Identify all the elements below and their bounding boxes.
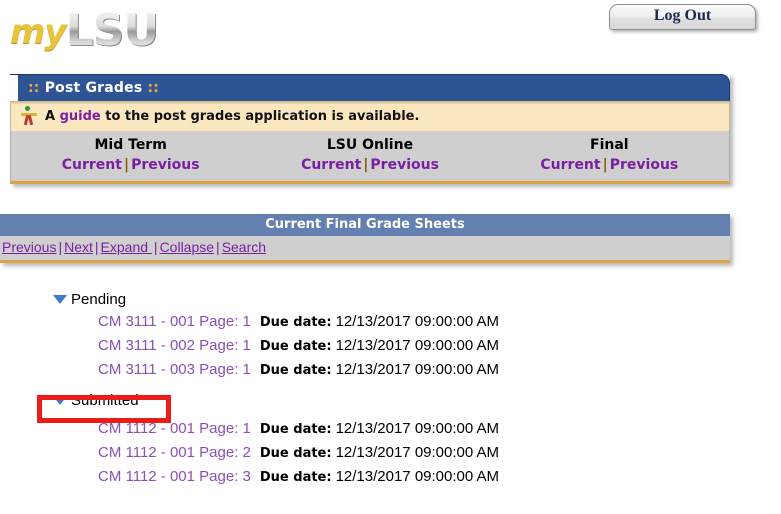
due-date-label: Due date: <box>259 422 332 437</box>
toolbar-expand-link[interactable]: Expand <box>101 239 152 255</box>
due-date-label: Due date: <box>259 446 332 461</box>
lsu-online-previous-link[interactable]: Previous <box>370 157 439 173</box>
guide-person-icon <box>21 106 37 126</box>
mid-term-previous-link[interactable]: Previous <box>131 157 200 173</box>
tree-row[interactable]: CM 1112 - 001 Page: 2 Due date: 12/13/2017… <box>0 441 781 465</box>
final-current-link[interactable]: Current <box>540 157 600 173</box>
toolbar-separator-2: | <box>94 239 99 255</box>
final-separator: | <box>602 157 608 173</box>
due-date-value: 12/13/2017 09:00:00 AM <box>335 337 500 354</box>
tree-group-label-submitted: Submitted <box>71 391 139 409</box>
term-column-lsu-online: LSU Online Current | Previous <box>250 137 489 173</box>
term-column-mid-term: Mid Term Current | Previous <box>11 137 250 173</box>
due-date-label: Due date: <box>259 339 332 354</box>
term-label-lsu-online: LSU Online <box>326 137 414 153</box>
mid-term-separator: | <box>123 157 130 173</box>
toolbar-separator-4: | <box>216 239 220 255</box>
grade-sheet-tree: Pending CM 3111 - 001 Page: 1 Due date: 12… <box>0 288 781 489</box>
sheet-link[interactable]: CM 3111 - 003 Page: 1 <box>98 361 251 378</box>
term-label-final: Final <box>590 137 629 153</box>
due-date-label: Due date: <box>259 315 332 330</box>
toolbar-collapse-link[interactable]: Collapse <box>160 239 214 255</box>
due-date-value: 12/13/2017 09:00:00 AM <box>335 444 500 461</box>
tree-group-pending[interactable]: Pending <box>0 288 781 310</box>
grade-sheets-panel: Current Final Grade Sheets Previous | Next… <box>0 214 730 263</box>
term-label-mid-term: Mid Term <box>94 137 167 153</box>
post-grades-title-bar: :: Post Grades :: <box>10 74 730 101</box>
toolbar-next-link[interactable]: Next <box>64 239 93 255</box>
tree-row[interactable]: CM 3111 - 002 Page: 1 Due date: 12/13/2017… <box>0 334 781 358</box>
due-date-value: 12/13/2017 09:00:00 AM <box>335 361 500 378</box>
guide-notice-suffix: to the post grades application is availa… <box>100 108 420 124</box>
tree-row[interactable]: CM 1112 - 001 Page: 3 Due date: 12/13/2017… <box>0 465 781 489</box>
guide-notice-prefix: A <box>45 108 60 124</box>
tree-group-submitted[interactable]: Submitted <box>0 389 781 411</box>
tree-row[interactable]: CM 1112 - 001 Page: 1 Due date: 12/13/2017… <box>0 417 781 441</box>
due-date-label: Due date: <box>259 363 332 378</box>
toolbar-previous-link[interactable]: Previous <box>2 239 56 255</box>
guide-notice-text: A guide to the post grades application i… <box>45 109 419 124</box>
title-decoration-right-icon: :: <box>147 80 160 96</box>
due-date-value: 12/13/2017 09:00:00 AM <box>335 468 500 485</box>
due-date-value: 12/13/2017 09:00:00 AM <box>335 313 500 330</box>
grade-sheets-title: Current Final Grade Sheets <box>0 214 730 236</box>
grade-sheets-toolbar: Previous | Next | Expand | Collapse | Search <box>0 236 730 263</box>
tree-row[interactable]: CM 3111 - 003 Page: 1 Due date: 12/13/2017… <box>0 358 781 382</box>
post-grades-panel: :: Post Grades :: A guide to the post gr… <box>10 74 730 184</box>
post-grades-title-label: Post Grades <box>44 80 143 96</box>
sheet-link[interactable]: CM 1112 - 001 Page: 3 <box>98 468 251 485</box>
toolbar-separator-3: | <box>153 239 158 255</box>
lsu-online-current-link[interactable]: Current <box>301 157 361 173</box>
tree-row[interactable]: CM 3111 - 001 Page: 1 Due date: 12/13/2017… <box>0 310 781 334</box>
guide-link[interactable]: guide <box>60 109 101 124</box>
mid-term-current-link[interactable]: Current <box>62 157 122 173</box>
mylsu-logo: myLSU <box>10 5 159 56</box>
term-links-mid-term: Current | Previous <box>11 157 250 173</box>
sheet-link[interactable]: CM 1112 - 001 Page: 1 <box>98 420 251 437</box>
triangle-down-icon[interactable] <box>53 294 67 304</box>
sheet-link[interactable]: CM 1112 - 001 Page: 2 <box>98 444 251 461</box>
title-decoration-left-icon: :: <box>28 80 40 96</box>
guide-notice-bar: A guide to the post grades application i… <box>10 101 730 131</box>
term-selector-row: Mid Term Current | Previous LSU Online Cur… <box>10 131 730 184</box>
due-date-value: 12/13/2017 09:00:00 AM <box>335 420 500 437</box>
sheet-link[interactable]: CM 3111 - 002 Page: 1 <box>98 337 251 354</box>
triangle-down-icon[interactable] <box>53 395 67 405</box>
toolbar-search-link[interactable]: Search <box>222 239 266 255</box>
post-grades-title: :: Post Grades :: <box>28 80 159 96</box>
toolbar-separator-1: | <box>58 239 63 255</box>
logo-lsu-text: LSU <box>65 5 159 56</box>
final-previous-link[interactable]: Previous <box>610 157 679 173</box>
term-column-final: Final Current | Previous <box>490 137 729 173</box>
term-links-final: Current | Previous <box>490 157 729 173</box>
logo-my-text: my <box>10 12 67 52</box>
sheet-link[interactable]: CM 3111 - 001 Page: 1 <box>98 313 251 330</box>
top-bar: myLSU Log Out <box>0 0 781 62</box>
term-links-lsu-online: Current | Previous <box>250 157 489 173</box>
due-date-label: Due date: <box>259 470 332 485</box>
logout-button[interactable]: Log Out <box>609 4 756 30</box>
tree-group-label-pending: Pending <box>71 290 127 308</box>
